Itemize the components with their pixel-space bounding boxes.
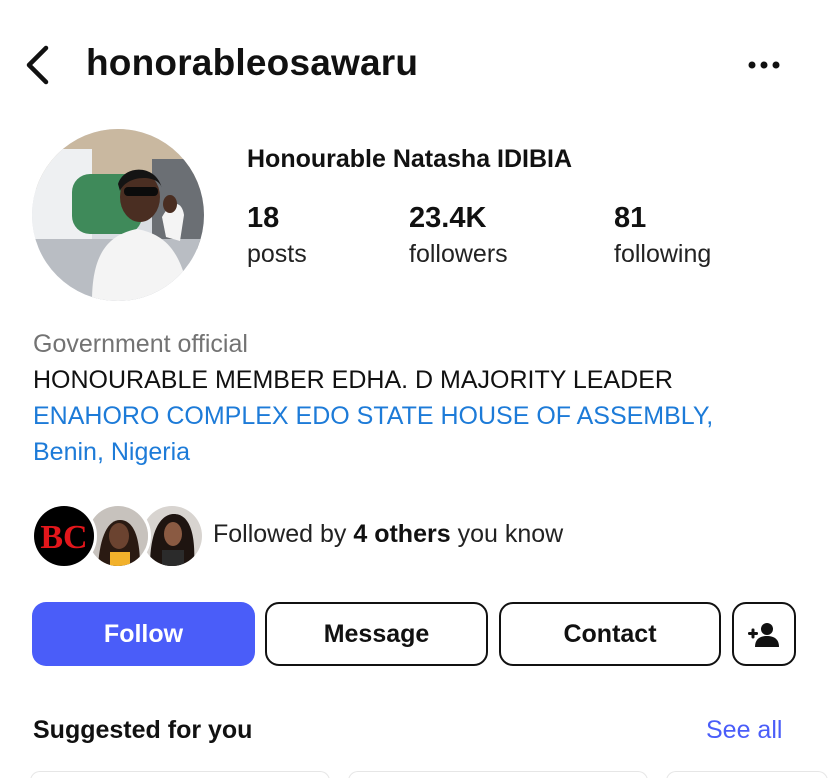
more-horizontal-icon	[748, 61, 780, 69]
posts-stat[interactable]: 18 posts	[247, 200, 307, 272]
back-button[interactable]	[22, 44, 56, 86]
following-stat[interactable]: 81 following	[614, 200, 711, 272]
suggest-users-button[interactable]	[732, 602, 796, 666]
followed-by-text: Followed by 4 others you know	[213, 520, 563, 549]
profile-avatar[interactable]	[32, 129, 204, 301]
bio-text: HONOURABLE MEMBER EDHA. D MAJORITY LEADE…	[33, 366, 673, 394]
mutual-avatar-logo: BC	[31, 503, 97, 569]
account-category: Government official	[33, 330, 248, 358]
follow-button[interactable]: Follow	[32, 602, 255, 666]
contact-button[interactable]: Contact	[499, 602, 721, 666]
posts-label: posts	[247, 240, 307, 268]
mutual-photo-3	[142, 506, 202, 566]
logo-text: BC	[40, 519, 87, 556]
followers-count: 23.4K	[409, 202, 487, 234]
profile-bio: Government official HONOURABLE MEMBER ED…	[33, 326, 813, 470]
see-all-link[interactable]: See all	[706, 716, 782, 745]
suggested-card-1[interactable]	[30, 771, 330, 778]
username-title: honorableosawaru	[86, 42, 419, 83]
followed-by-count: 4 others	[353, 520, 451, 548]
chevron-left-icon	[26, 45, 49, 85]
followers-stat[interactable]: 23.4K followers	[409, 200, 508, 272]
address-link-line1[interactable]: ENAHORO COMPLEX EDO STATE HOUSE OF ASSEM…	[33, 398, 813, 434]
followed-by-suffix: you know	[450, 520, 564, 548]
suggested-card-3[interactable]	[666, 771, 828, 778]
message-button[interactable]: Message	[265, 602, 488, 666]
address-link-line2[interactable]: Benin, Nigeria	[33, 434, 813, 470]
suggested-card-2[interactable]	[348, 771, 648, 778]
person-add-icon	[748, 623, 779, 647]
display-name: Honourable Natasha IDIBIA	[247, 145, 573, 173]
following-count: 81	[614, 202, 647, 234]
posts-count: 18	[247, 202, 280, 234]
followed-by-prefix: Followed by	[213, 520, 354, 548]
more-options-button[interactable]	[744, 50, 784, 80]
mutual-followers[interactable]: BC Followed by 4 others you know	[31, 503, 791, 569]
suggested-for-you-heading: Suggested for you	[33, 716, 253, 744]
following-label: following	[614, 240, 712, 268]
brand-logo: BC	[34, 506, 94, 566]
profile-header: honorableosawaru	[0, 30, 828, 100]
followers-label: followers	[409, 240, 508, 268]
profile-photo	[32, 129, 204, 301]
mutual-photo-2	[88, 506, 148, 566]
